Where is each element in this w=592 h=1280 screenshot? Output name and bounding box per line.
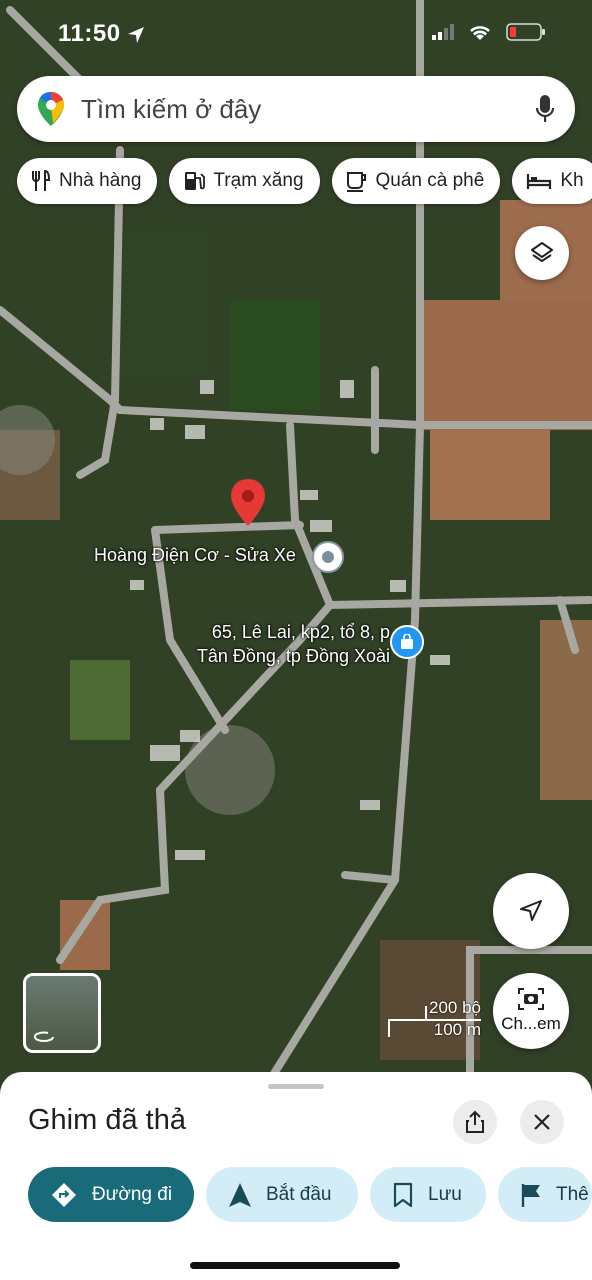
chip-hotels[interactable]: Kh xyxy=(512,158,592,204)
camera-scan-icon xyxy=(518,988,544,1010)
wifi-icon xyxy=(470,26,490,40)
scale-label-meters: 100 m xyxy=(433,1020,481,1039)
search-input[interactable]: Tìm kiếm ở đây xyxy=(81,94,535,125)
directions-button[interactable]: Đường đi xyxy=(28,1167,194,1222)
my-location-button[interactable] xyxy=(493,873,569,949)
drag-handle[interactable] xyxy=(268,1084,324,1089)
place-label[interactable]: Hoàng Điện Cơ - Sửa Xe xyxy=(94,545,296,566)
status-time: 11:50 xyxy=(58,20,121,47)
map-view[interactable]: Hoàng Điện Cơ - Sửa Xe 65, Lê Lai, kp2, … xyxy=(0,0,592,1080)
fork-knife-icon xyxy=(31,170,51,192)
chip-coffee[interactable]: Quán cà phê xyxy=(331,158,501,204)
gas-station-icon xyxy=(183,170,206,192)
navigation-arrow-icon xyxy=(520,900,542,921)
share-icon xyxy=(466,1110,484,1133)
action-buttons: Đường đi Bắt đầu Lưu Thê xyxy=(28,1167,592,1222)
directions-icon xyxy=(50,1181,78,1209)
home-indicator[interactable] xyxy=(190,1262,400,1269)
scale-label-feet: 200 bộ xyxy=(429,998,481,1017)
navigation-icon xyxy=(228,1182,252,1208)
category-chips: Nhà hàng Trạm xăng Quán cà phê Kh xyxy=(17,158,592,204)
dropped-pin-icon[interactable] xyxy=(229,478,267,528)
street-view-thumbnail[interactable] xyxy=(23,973,101,1053)
directions-label: Đường đi xyxy=(91,1183,173,1205)
chip-label: Nhà hàng xyxy=(59,170,142,191)
street-view-button[interactable]: Ch...em xyxy=(493,973,569,1049)
more-label: Thê xyxy=(556,1183,589,1205)
save-label: Lưu xyxy=(428,1183,462,1205)
chip-restaurants[interactable]: Nhà hàng xyxy=(17,158,158,204)
street-view-label: Ch...em xyxy=(501,1014,561,1033)
shopping-bag-icon[interactable] xyxy=(390,625,424,659)
close-button[interactable] xyxy=(520,1100,564,1144)
search-bar[interactable]: Tìm kiếm ở đây xyxy=(17,76,575,142)
start-label: Bắt đầu xyxy=(266,1183,332,1205)
sheet-title: Ghim đã thả xyxy=(28,1104,186,1136)
layers-button[interactable] xyxy=(515,226,569,280)
address-line-1: 65, Lê Lai, kp2, tổ 8, p xyxy=(211,622,390,642)
save-button[interactable]: Lưu xyxy=(370,1167,486,1222)
location-arrow-icon xyxy=(128,27,144,43)
status-bar: 11:50 xyxy=(0,0,592,70)
layers-icon xyxy=(531,242,553,262)
bed-icon xyxy=(526,171,552,191)
chip-gas-stations[interactable]: Trạm xăng xyxy=(169,158,320,204)
close-icon xyxy=(534,1114,550,1130)
share-button[interactable] xyxy=(453,1100,497,1144)
chip-label: Quán cà phê xyxy=(375,170,485,191)
microphone-icon[interactable] xyxy=(535,94,555,124)
coffee-cup-icon xyxy=(346,170,368,192)
signal-icon xyxy=(432,24,454,40)
battery-icon xyxy=(506,23,545,41)
address-line-2: Tân Đồng, tp Đồng Xoài xyxy=(196,646,390,666)
google-maps-logo-icon xyxy=(38,92,64,126)
place-marker-icon[interactable] xyxy=(312,541,344,573)
address-label[interactable]: 65, Lê Lai, kp2, tổ 8, p Tân Đồng, tp Đồ… xyxy=(180,620,390,668)
flag-icon xyxy=(520,1182,542,1208)
chip-label: Trạm xăng xyxy=(213,170,304,191)
scale-bar: 200 bộ 100 m xyxy=(388,998,483,1039)
bottom-sheet[interactable]: Ghim đã thả Đường đi Bắt đầu Lưu Thê xyxy=(0,1072,592,1280)
more-button[interactable]: Thê xyxy=(498,1167,592,1222)
start-button[interactable]: Bắt đầu xyxy=(206,1167,358,1222)
bookmark-icon xyxy=(392,1182,414,1208)
rotate-360-icon xyxy=(33,1031,54,1042)
chip-label: Kh xyxy=(560,170,584,191)
